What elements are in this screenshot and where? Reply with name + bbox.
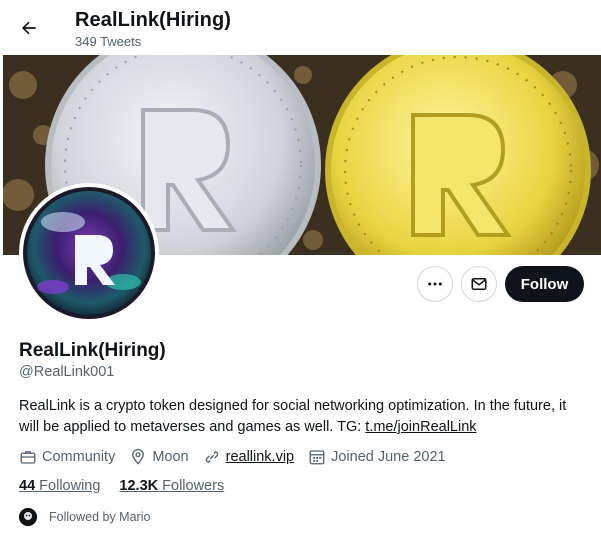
follower-avatar (19, 508, 37, 526)
tweets-count: 349 Tweets (75, 34, 142, 49)
followed-by[interactable]: Followed by Mario (19, 508, 150, 526)
header-title: RealLink(Hiring) (75, 9, 232, 31)
following-label: Following (39, 478, 101, 494)
follow-button[interactable]: Follow (505, 266, 584, 302)
link-icon (205, 450, 218, 464)
profile-name: RealLink(Hiring) (19, 340, 166, 361)
category-label: Community (42, 449, 116, 465)
following-stat[interactable]: 44 Following (19, 478, 100, 494)
more-horizontal-icon (428, 282, 442, 286)
back-button[interactable] (12, 11, 46, 45)
profile-handle: @RealLink001 (19, 364, 115, 380)
profile-bio: RealLink is a crypto token designed for … (19, 396, 589, 438)
profile-meta: Community Moon reallink.vip Joined June … (19, 446, 460, 468)
joined-label: Joined June 2021 (331, 449, 446, 465)
message-button[interactable] (461, 266, 497, 302)
location-pin-icon (132, 448, 145, 465)
followers-count: 12.3K (119, 478, 159, 494)
following-count: 44 (19, 478, 36, 494)
follow-stats: 44 Following 12.3K Followers (19, 478, 243, 494)
website-item: reallink.vip (203, 448, 295, 466)
profile-avatar[interactable] (19, 183, 159, 323)
avatar-image (23, 187, 155, 319)
category-item: Community (19, 448, 115, 466)
bio-telegram-link[interactable]: t.me/joinRealLink (365, 419, 476, 435)
back-arrow-icon (21, 21, 36, 35)
briefcase-icon (20, 451, 36, 464)
profile-header: RealLink(Hiring) 349 Tweets (0, 0, 601, 55)
followers-label: Followers (162, 478, 225, 494)
bio-text: RealLink is a crypto token designed for … (19, 398, 567, 435)
envelope-icon (471, 278, 487, 290)
joined-item: Joined June 2021 (308, 448, 446, 466)
website-link[interactable]: reallink.vip (226, 449, 295, 465)
followed-by-text: Followed by Mario (49, 510, 151, 524)
location-label: Moon (152, 449, 189, 465)
calendar-icon (309, 450, 325, 465)
followers-stat[interactable]: 12.3K Followers (119, 478, 224, 494)
location-item: Moon (129, 448, 189, 466)
more-options-button[interactable] (417, 266, 453, 302)
